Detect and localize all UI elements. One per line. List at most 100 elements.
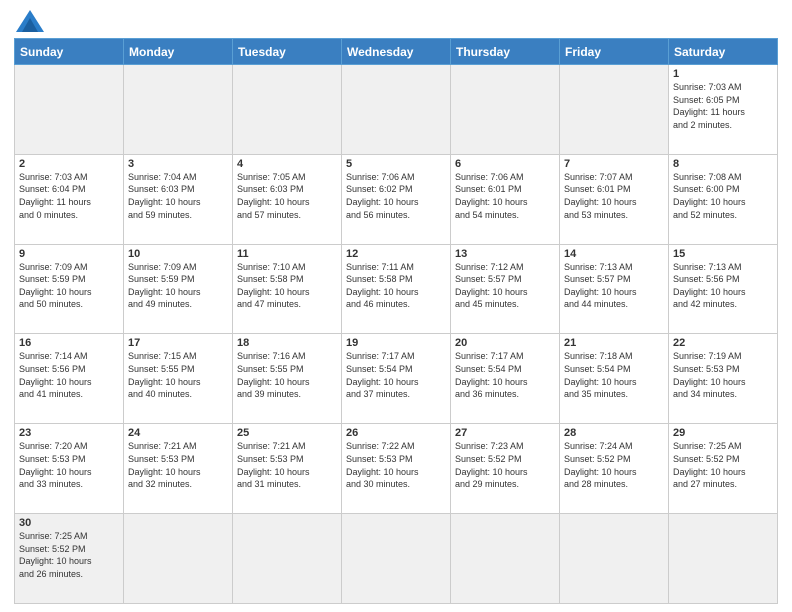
calendar-cell: 12Sunrise: 7:11 AM Sunset: 5:58 PM Dayli…	[342, 244, 451, 334]
day-info: Sunrise: 7:23 AM Sunset: 5:52 PM Dayligh…	[455, 440, 555, 490]
day-info: Sunrise: 7:22 AM Sunset: 5:53 PM Dayligh…	[346, 440, 446, 490]
day-info: Sunrise: 7:04 AM Sunset: 6:03 PM Dayligh…	[128, 171, 228, 221]
day-info: Sunrise: 7:09 AM Sunset: 5:59 PM Dayligh…	[128, 261, 228, 311]
day-number: 26	[346, 427, 446, 439]
calendar-cell: 9Sunrise: 7:09 AM Sunset: 5:59 PM Daylig…	[15, 244, 124, 334]
page: SundayMondayTuesdayWednesdayThursdayFrid…	[0, 0, 792, 612]
calendar-cell	[124, 65, 233, 155]
calendar-cell: 13Sunrise: 7:12 AM Sunset: 5:57 PM Dayli…	[451, 244, 560, 334]
calendar-header-tuesday: Tuesday	[233, 39, 342, 65]
day-number: 4	[237, 158, 337, 170]
day-info: Sunrise: 7:19 AM Sunset: 5:53 PM Dayligh…	[673, 350, 773, 400]
day-number: 30	[19, 517, 119, 529]
day-number: 1	[673, 68, 773, 80]
calendar-cell	[560, 514, 669, 604]
calendar-cell: 18Sunrise: 7:16 AM Sunset: 5:55 PM Dayli…	[233, 334, 342, 424]
day-number: 5	[346, 158, 446, 170]
calendar-cell: 19Sunrise: 7:17 AM Sunset: 5:54 PM Dayli…	[342, 334, 451, 424]
calendar-header-row: SundayMondayTuesdayWednesdayThursdayFrid…	[15, 39, 778, 65]
day-info: Sunrise: 7:09 AM Sunset: 5:59 PM Dayligh…	[19, 261, 119, 311]
calendar-cell: 8Sunrise: 7:08 AM Sunset: 6:00 PM Daylig…	[669, 154, 778, 244]
day-info: Sunrise: 7:21 AM Sunset: 5:53 PM Dayligh…	[128, 440, 228, 490]
day-info: Sunrise: 7:15 AM Sunset: 5:55 PM Dayligh…	[128, 350, 228, 400]
calendar-cell: 21Sunrise: 7:18 AM Sunset: 5:54 PM Dayli…	[560, 334, 669, 424]
calendar-cell: 23Sunrise: 7:20 AM Sunset: 5:53 PM Dayli…	[15, 424, 124, 514]
calendar-cell: 29Sunrise: 7:25 AM Sunset: 5:52 PM Dayli…	[669, 424, 778, 514]
calendar-cell: 27Sunrise: 7:23 AM Sunset: 5:52 PM Dayli…	[451, 424, 560, 514]
calendar-cell	[15, 65, 124, 155]
calendar-cell: 16Sunrise: 7:14 AM Sunset: 5:56 PM Dayli…	[15, 334, 124, 424]
calendar-header-thursday: Thursday	[451, 39, 560, 65]
calendar: SundayMondayTuesdayWednesdayThursdayFrid…	[14, 38, 778, 604]
calendar-week-2: 9Sunrise: 7:09 AM Sunset: 5:59 PM Daylig…	[15, 244, 778, 334]
day-number: 10	[128, 248, 228, 260]
calendar-cell: 11Sunrise: 7:10 AM Sunset: 5:58 PM Dayli…	[233, 244, 342, 334]
day-number: 19	[346, 337, 446, 349]
calendar-cell: 25Sunrise: 7:21 AM Sunset: 5:53 PM Dayli…	[233, 424, 342, 514]
calendar-week-3: 16Sunrise: 7:14 AM Sunset: 5:56 PM Dayli…	[15, 334, 778, 424]
calendar-cell	[451, 514, 560, 604]
calendar-cell: 22Sunrise: 7:19 AM Sunset: 5:53 PM Dayli…	[669, 334, 778, 424]
calendar-cell: 10Sunrise: 7:09 AM Sunset: 5:59 PM Dayli…	[124, 244, 233, 334]
day-number: 8	[673, 158, 773, 170]
calendar-header-friday: Friday	[560, 39, 669, 65]
day-info: Sunrise: 7:25 AM Sunset: 5:52 PM Dayligh…	[673, 440, 773, 490]
calendar-header-saturday: Saturday	[669, 39, 778, 65]
day-number: 28	[564, 427, 664, 439]
day-info: Sunrise: 7:18 AM Sunset: 5:54 PM Dayligh…	[564, 350, 664, 400]
day-number: 21	[564, 337, 664, 349]
calendar-cell: 4Sunrise: 7:05 AM Sunset: 6:03 PM Daylig…	[233, 154, 342, 244]
day-number: 13	[455, 248, 555, 260]
day-number: 22	[673, 337, 773, 349]
day-number: 23	[19, 427, 119, 439]
day-number: 6	[455, 158, 555, 170]
day-info: Sunrise: 7:13 AM Sunset: 5:57 PM Dayligh…	[564, 261, 664, 311]
day-number: 15	[673, 248, 773, 260]
calendar-cell: 6Sunrise: 7:06 AM Sunset: 6:01 PM Daylig…	[451, 154, 560, 244]
calendar-cell: 1Sunrise: 7:03 AM Sunset: 6:05 PM Daylig…	[669, 65, 778, 155]
day-number: 14	[564, 248, 664, 260]
calendar-cell	[342, 65, 451, 155]
day-info: Sunrise: 7:06 AM Sunset: 6:01 PM Dayligh…	[455, 171, 555, 221]
day-info: Sunrise: 7:25 AM Sunset: 5:52 PM Dayligh…	[19, 530, 119, 580]
day-number: 17	[128, 337, 228, 349]
calendar-cell: 7Sunrise: 7:07 AM Sunset: 6:01 PM Daylig…	[560, 154, 669, 244]
day-number: 27	[455, 427, 555, 439]
calendar-body: 1Sunrise: 7:03 AM Sunset: 6:05 PM Daylig…	[15, 65, 778, 604]
calendar-cell: 2Sunrise: 7:03 AM Sunset: 6:04 PM Daylig…	[15, 154, 124, 244]
day-number: 7	[564, 158, 664, 170]
calendar-cell: 20Sunrise: 7:17 AM Sunset: 5:54 PM Dayli…	[451, 334, 560, 424]
day-info: Sunrise: 7:08 AM Sunset: 6:00 PM Dayligh…	[673, 171, 773, 221]
day-info: Sunrise: 7:20 AM Sunset: 5:53 PM Dayligh…	[19, 440, 119, 490]
calendar-cell	[124, 514, 233, 604]
logo	[14, 10, 44, 32]
day-number: 24	[128, 427, 228, 439]
calendar-header-monday: Monday	[124, 39, 233, 65]
logo-icon	[16, 10, 44, 32]
calendar-week-4: 23Sunrise: 7:20 AM Sunset: 5:53 PM Dayli…	[15, 424, 778, 514]
calendar-cell: 3Sunrise: 7:04 AM Sunset: 6:03 PM Daylig…	[124, 154, 233, 244]
day-info: Sunrise: 7:17 AM Sunset: 5:54 PM Dayligh…	[346, 350, 446, 400]
day-info: Sunrise: 7:17 AM Sunset: 5:54 PM Dayligh…	[455, 350, 555, 400]
calendar-cell: 24Sunrise: 7:21 AM Sunset: 5:53 PM Dayli…	[124, 424, 233, 514]
calendar-cell	[233, 65, 342, 155]
day-info: Sunrise: 7:16 AM Sunset: 5:55 PM Dayligh…	[237, 350, 337, 400]
day-number: 2	[19, 158, 119, 170]
calendar-week-0: 1Sunrise: 7:03 AM Sunset: 6:05 PM Daylig…	[15, 65, 778, 155]
day-info: Sunrise: 7:05 AM Sunset: 6:03 PM Dayligh…	[237, 171, 337, 221]
day-info: Sunrise: 7:06 AM Sunset: 6:02 PM Dayligh…	[346, 171, 446, 221]
header	[14, 10, 778, 32]
day-info: Sunrise: 7:10 AM Sunset: 5:58 PM Dayligh…	[237, 261, 337, 311]
calendar-week-5: 30Sunrise: 7:25 AM Sunset: 5:52 PM Dayli…	[15, 514, 778, 604]
calendar-cell	[451, 65, 560, 155]
day-number: 9	[19, 248, 119, 260]
day-number: 25	[237, 427, 337, 439]
calendar-cell: 30Sunrise: 7:25 AM Sunset: 5:52 PM Dayli…	[15, 514, 124, 604]
day-number: 20	[455, 337, 555, 349]
calendar-cell	[669, 514, 778, 604]
day-number: 16	[19, 337, 119, 349]
day-number: 29	[673, 427, 773, 439]
calendar-cell: 5Sunrise: 7:06 AM Sunset: 6:02 PM Daylig…	[342, 154, 451, 244]
calendar-cell: 14Sunrise: 7:13 AM Sunset: 5:57 PM Dayli…	[560, 244, 669, 334]
calendar-cell: 15Sunrise: 7:13 AM Sunset: 5:56 PM Dayli…	[669, 244, 778, 334]
